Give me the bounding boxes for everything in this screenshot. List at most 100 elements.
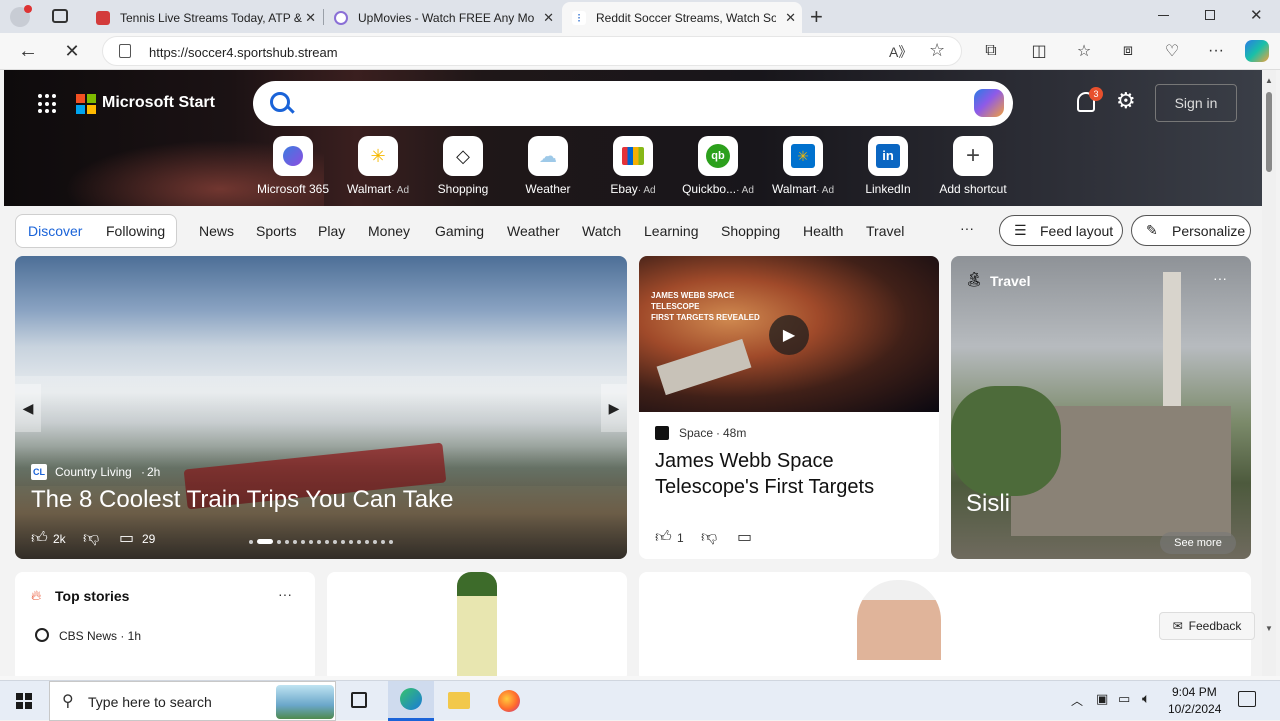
sign-in-button[interactable]: Sign in	[1155, 84, 1237, 122]
nav-shopping[interactable]: Shopping	[721, 223, 780, 239]
show-hidden-icons[interactable]: ︿	[1071, 692, 1083, 709]
settings-gear-icon[interactable]: ⚙	[1116, 88, 1136, 114]
personalize-button[interactable]: ✎ Personalize	[1131, 215, 1251, 246]
shortcut-microsoft-365[interactable]: Microsoft 365	[253, 136, 333, 196]
scroll-down-arrow[interactable]: ▼	[1265, 624, 1273, 633]
taskbar-search-input[interactable]: ⚲ Type here to search	[49, 681, 336, 721]
nav-travel[interactable]: Travel	[866, 223, 904, 239]
read-aloud-icon[interactable]: A》	[889, 42, 912, 62]
feed-layout-button[interactable]: ☰ Feed layout	[999, 215, 1123, 246]
edge-taskbar-icon[interactable]	[388, 681, 434, 721]
carousel-next-button[interactable]: ▶	[601, 384, 627, 432]
card-category[interactable]: Travel	[990, 273, 1030, 289]
nav-weather[interactable]: Weather	[507, 223, 560, 239]
space-article-card[interactable]: JAMES WEBB SPACE TELESCOPE FIRST TARGETS…	[639, 256, 939, 559]
more-menu-icon[interactable]: ···	[1204, 39, 1228, 63]
restore-icon[interactable]	[1205, 10, 1215, 20]
shortcut-ebay[interactable]: Ebay· Ad	[593, 136, 673, 196]
search-input[interactable]	[253, 81, 1013, 126]
favorite-star-icon[interactable]: ☆	[929, 40, 945, 61]
close-tab-icon[interactable]: ✕	[785, 10, 796, 26]
scrollbar-thumb[interactable]	[1266, 92, 1272, 172]
shortcut-walmart[interactable]: ✳ Walmart· Ad	[338, 136, 418, 196]
url-field[interactable]: https://soccer4.sportshub.stream A》 ☆	[102, 36, 962, 66]
article-title[interactable]: James Webb Space Telescope's First Targe…	[655, 448, 915, 500]
shortcut-weather[interactable]: ☁ Weather	[508, 136, 588, 196]
comment-icon[interactable]: ▭	[119, 528, 134, 548]
nav-sports[interactable]: Sports	[256, 223, 296, 239]
stop-loading-icon[interactable]: ✕	[60, 39, 84, 63]
like-icon[interactable]: 👍︎	[655, 528, 672, 547]
travel-card[interactable]: 🏝︎ Travel ··· Sisli See more	[951, 256, 1251, 559]
nav-play[interactable]: Play	[318, 223, 345, 239]
nav-news[interactable]: News	[199, 223, 234, 239]
tab-tennis-streams[interactable]: Tennis Live Streams Today, ATP & ✕	[86, 2, 322, 33]
page-scrollbar[interactable]: ▲ ▼	[1262, 70, 1276, 676]
microsoft-logo-icon[interactable]	[76, 94, 96, 114]
new-tab-icon[interactable]: +	[810, 4, 823, 30]
nav-learning[interactable]: Learning	[644, 223, 699, 239]
carousel-prev-button[interactable]: ◀	[15, 384, 41, 432]
shortcut-walmart-2[interactable]: ✳ Walmart· Ad	[763, 136, 843, 196]
browser-essentials-icon[interactable]: ♡	[1160, 39, 1184, 63]
brand-title[interactable]: Microsoft Start	[102, 94, 215, 112]
comment-icon[interactable]: ▭	[737, 527, 752, 547]
tab-discover[interactable]: Discover	[28, 223, 82, 239]
close-window-icon[interactable]: ✕	[1250, 6, 1263, 24]
task-view-icon[interactable]	[351, 692, 367, 708]
tray-app-icon[interactable]: ▣	[1096, 691, 1108, 707]
article-title[interactable]: The 8 Coolest Train Trips You Can Take	[31, 486, 453, 514]
tab-following[interactable]: Following	[106, 223, 165, 239]
nav-gaming[interactable]: Gaming	[435, 223, 484, 239]
collections-icon[interactable]: ⧈	[1116, 39, 1140, 63]
network-icon[interactable]: ▭	[1118, 691, 1130, 707]
nav-watch[interactable]: Watch	[582, 223, 621, 239]
notifications-icon[interactable]	[1238, 691, 1256, 707]
scroll-up-arrow[interactable]: ▲	[1265, 76, 1273, 85]
dislike-icon[interactable]: 👎︎	[83, 529, 99, 548]
story-source[interactable]: CBS News · 1h	[59, 629, 141, 643]
more-options-icon[interactable]: ···	[1213, 270, 1227, 286]
shortcut-add[interactable]: + Add shortcut	[933, 136, 1013, 196]
copilot-icon[interactable]	[1245, 40, 1269, 62]
minimize-icon[interactable]	[1158, 15, 1169, 16]
nav-more-icon[interactable]: ···	[960, 220, 974, 236]
shortcut-quickbooks[interactable]: qb Quickbo...· Ad	[678, 136, 758, 196]
clock-time[interactable]: 9:04 PM	[1172, 685, 1217, 699]
tab-upmovies[interactable]: UpMovies - Watch FREE Any Mo ✕	[324, 2, 560, 33]
more-options-icon[interactable]: ···	[278, 586, 292, 602]
back-arrow-icon[interactable]: ←	[16, 39, 40, 63]
like-icon[interactable]: 👍︎	[31, 529, 48, 548]
news-photo-card[interactable]: ✉ Feedback	[639, 572, 1255, 676]
tab-actions-icon[interactable]	[52, 9, 68, 23]
split-screen-icon[interactable]: ◫	[1027, 39, 1051, 63]
carousel-dots[interactable]	[249, 539, 393, 544]
section-title[interactable]: Top stories	[55, 588, 129, 604]
extensions-icon[interactable]: ⧉	[979, 39, 1003, 63]
site-info-icon[interactable]	[119, 44, 131, 58]
place-title[interactable]: Sisli	[966, 490, 1010, 518]
windows-start-icon[interactable]	[16, 693, 32, 709]
profile-icon[interactable]	[10, 5, 32, 27]
file-explorer-icon[interactable]	[448, 692, 470, 709]
shortcut-shopping[interactable]: ◇ Shopping	[423, 136, 503, 196]
article-source[interactable]: Country Living	[55, 465, 132, 479]
play-icon[interactable]: ▶	[769, 315, 809, 355]
article-source[interactable]: Space	[679, 426, 713, 440]
nav-money[interactable]: Money	[368, 223, 410, 239]
feedback-button[interactable]: ✉ Feedback	[1159, 612, 1255, 640]
copilot-icon[interactable]	[974, 89, 1004, 117]
dislike-icon[interactable]: 👎︎	[701, 528, 717, 547]
close-tab-icon[interactable]: ✕	[305, 10, 316, 26]
favorites-icon[interactable]: ☆	[1072, 39, 1096, 63]
nav-health[interactable]: Health	[803, 223, 843, 239]
shortcut-linkedin[interactable]: in LinkedIn	[848, 136, 928, 196]
firefox-icon[interactable]	[498, 690, 520, 712]
see-more-button[interactable]: See more	[1160, 532, 1236, 554]
clock-date[interactable]: 10/2/2024	[1168, 702, 1221, 716]
volume-icon[interactable]: 🔈︎	[1142, 690, 1150, 707]
apps-grid-icon[interactable]	[38, 94, 58, 114]
close-tab-icon[interactable]: ✕	[543, 10, 554, 26]
hero-article-card[interactable]: ◀ ▶ CL Country Living · 2h The 8 Coolest…	[15, 256, 627, 559]
article-image[interactable]: JAMES WEBB SPACE TELESCOPE FIRST TARGETS…	[639, 256, 939, 412]
